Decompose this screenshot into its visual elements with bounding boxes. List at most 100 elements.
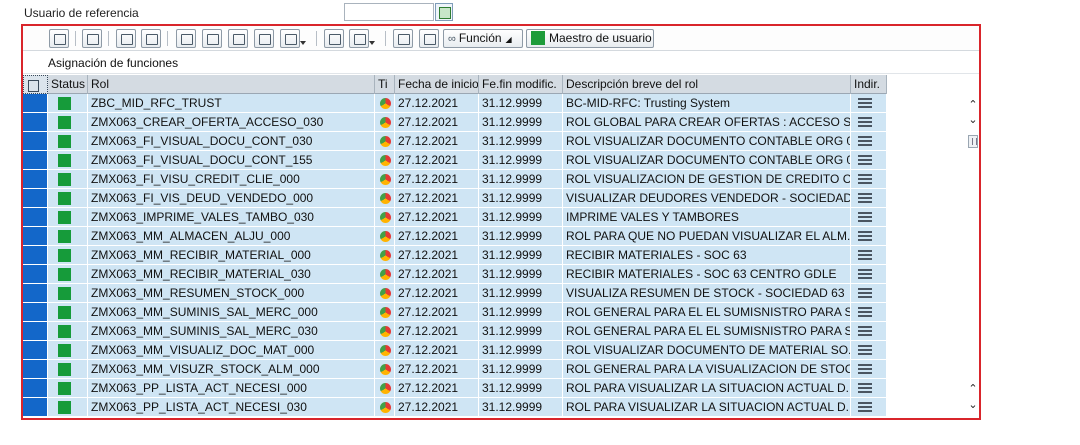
fecha-inicio-cell[interactable]: 27.12.2021 [395,189,479,208]
rol-cell[interactable]: ZMX063_FI_VISUAL_DOCU_CONT_030 [88,132,375,151]
fe-fin-cell[interactable]: 31.12.9999 [479,227,563,246]
fe-fin-cell[interactable]: 31.12.9999 [479,265,563,284]
vertical-scrollbar[interactable]: ⌃ ⌄ ⌃ ⌄ [966,99,980,419]
row-selector[interactable] [23,151,48,170]
indirect-cell[interactable] [851,246,887,265]
rol-cell[interactable]: ZMX063_MM_VISUALIZ_DOC_MAT_000 [88,341,375,360]
row-selector[interactable] [23,94,48,113]
indirect-cell[interactable] [851,151,887,170]
table-row[interactable]: ZMX063_PP_LISTA_ACT_NECESI_000 27.12.2021… [23,379,887,398]
scroll-down-icon[interactable]: ⌄ [966,399,980,411]
fecha-inicio-cell[interactable]: 27.12.2021 [395,94,479,113]
descripcion-cell[interactable]: ROL VISUALIZAR DOCUMENTO CONTABLE ORG 0.… [563,151,851,170]
table-row[interactable]: ZMX063_FI_VISU_CREDIT_CLIE_000 27.12.2021… [23,170,887,189]
row-selector[interactable] [23,360,48,379]
row-selector[interactable] [23,227,48,246]
descripcion-cell[interactable]: ROL PARA VISUALIZAR LA SITUACION ACTUAL … [563,379,851,398]
scroll-up-icon[interactable]: ⌃ [966,99,980,111]
fe-fin-cell[interactable]: 31.12.9999 [479,208,563,227]
descripcion-cell[interactable]: ROL VISUALIZACION DE GESTION DE CREDITO … [563,170,851,189]
rol-cell[interactable]: ZMX063_PP_LISTA_ACT_NECESI_030 [88,398,375,417]
table-row[interactable]: ZMX063_FI_VISUAL_DOCU_CONT_155 27.12.2021… [23,151,887,170]
details-list-icon[interactable] [858,383,872,394]
descripcion-cell[interactable]: ROL GENERAL PARA LA VISUALIZACION DE STO… [563,360,851,379]
row-selector[interactable] [23,379,48,398]
rol-cell[interactable]: ZMX063_MM_RESUMEN_STOCK_000 [88,284,375,303]
find-icon[interactable] [228,29,248,48]
details-list-icon[interactable] [858,326,872,337]
table-row[interactable]: ZMX063_MM_SUMINIS_SAL_MERC_000 27.12.2021… [23,303,887,322]
row-selector[interactable] [23,189,48,208]
details-icon[interactable] [49,29,69,48]
rol-cell[interactable]: ZMX063_MM_SUMINIS_SAL_MERC_000 [88,303,375,322]
fecha-inicio-cell[interactable]: 27.12.2021 [395,284,479,303]
table-row[interactable]: ZMX063_MM_SUMINIS_SAL_MERC_030 27.12.2021… [23,322,887,341]
indirect-cell[interactable] [851,113,887,132]
refresh-icon[interactable] [82,29,102,48]
rol-cell[interactable]: ZMX063_MM_ALMACEN_ALJU_000 [88,227,375,246]
descripcion-cell[interactable]: RECIBIR MATERIALES - SOC 63 [563,246,851,265]
fe-fin-cell[interactable]: 31.12.9999 [479,189,563,208]
copy-icon[interactable] [116,29,136,48]
details-list-icon[interactable] [858,345,872,356]
details-list-icon[interactable] [858,402,872,413]
rol-cell[interactable]: ZMX063_IMPRIME_VALES_TAMBO_030 [88,208,375,227]
fecha-inicio-cell[interactable]: 27.12.2021 [395,246,479,265]
descripcion-cell[interactable]: ROL VISUALIZAR DOCUMENTO CONTABLE ORG 0.… [563,132,851,151]
column-header-status[interactable]: Status [48,75,88,94]
rol-cell[interactable]: ZMX063_MM_RECIBIR_MATERIAL_030 [88,265,375,284]
row-selector[interactable] [23,265,48,284]
table-row[interactable]: ZMX063_FI_VISUAL_DOCU_CONT_030 27.12.2021… [23,132,887,151]
fe-fin-cell[interactable]: 31.12.9999 [479,341,563,360]
rol-cell[interactable]: ZMX063_CREAR_OFERTA_ACCESO_030 [88,113,375,132]
fecha-inicio-cell[interactable]: 27.12.2021 [395,132,479,151]
scroll-thumb[interactable] [968,135,978,148]
rol-cell[interactable]: ZMX063_MM_VISUZR_STOCK_ALM_000 [88,360,375,379]
descripcion-cell[interactable]: VISUALIZAR DEUDORES VENDEDOR - SOCIEDAD [563,189,851,208]
indirect-cell[interactable] [851,303,887,322]
descripcion-cell[interactable]: RECIBIR MATERIALES - SOC 63 CENTRO GDLE [563,265,851,284]
row-selector[interactable] [23,303,48,322]
table-row[interactable]: ZMX063_CREAR_OFERTA_ACCESO_030 27.12.2021… [23,113,887,132]
fe-fin-cell[interactable]: 31.12.9999 [479,284,563,303]
indirect-cell[interactable] [851,284,887,303]
rol-cell[interactable]: ZMX063_FI_VIS_DEUD_VENDEDO_000 [88,189,375,208]
column-header-fecha-inicio[interactable]: Fecha de inicio [395,75,479,94]
details-list-icon[interactable] [858,307,872,318]
rol-cell[interactable]: ZBC_MID_RFC_TRUST [88,94,375,113]
fecha-inicio-cell[interactable]: 27.12.2021 [395,113,479,132]
fe-fin-cell[interactable]: 31.12.9999 [479,132,563,151]
fe-fin-cell[interactable]: 31.12.9999 [479,360,563,379]
column-header-descripcion[interactable]: Descripción breve del rol [563,75,851,94]
fecha-inicio-cell[interactable]: 27.12.2021 [395,227,479,246]
descripcion-cell[interactable]: ROL PARA QUE NO PUEDAN VISUALIZAR EL ALM… [563,227,851,246]
table-row[interactable]: ZMX063_MM_VISUALIZ_DOC_MAT_000 27.12.2021… [23,341,887,360]
export-icon[interactable] [349,29,375,48]
details-list-icon[interactable] [858,212,872,223]
sort-ascending-icon[interactable] [176,29,196,48]
maestro-usuario-button[interactable]: Maestro de usuario [526,29,654,48]
row-selector[interactable] [23,398,48,417]
row-selector[interactable] [23,341,48,360]
indirect-cell[interactable] [851,398,887,417]
column-header-rol[interactable]: Rol [88,75,375,94]
indirect-cell[interactable] [851,341,887,360]
fe-fin-cell[interactable]: 31.12.9999 [479,170,563,189]
fe-fin-cell[interactable]: 31.12.9999 [479,322,563,341]
fe-fin-cell[interactable]: 31.12.9999 [479,94,563,113]
row-selector[interactable] [23,246,48,265]
details-list-icon[interactable] [858,364,872,375]
scroll-up-icon[interactable]: ⌃ [966,383,980,395]
indirect-cell[interactable] [851,322,887,341]
select-all-button[interactable] [23,75,48,94]
fe-fin-cell[interactable]: 31.12.9999 [479,151,563,170]
descripcion-cell[interactable]: ROL VISUALIZAR DOCUMENTO DE MATERIAL SO.… [563,341,851,360]
details-list-icon[interactable] [858,117,872,128]
descripcion-cell[interactable]: ROL GENERAL PARA EL EL SUMISNISTRO PARA … [563,322,851,341]
sort-descending-icon[interactable] [202,29,222,48]
details-list-icon[interactable] [858,231,872,242]
fe-fin-cell[interactable]: 31.12.9999 [479,398,563,417]
details-list-icon[interactable] [858,98,872,109]
indirect-cell[interactable] [851,360,887,379]
rol-cell[interactable]: ZMX063_PP_LISTA_ACT_NECESI_000 [88,379,375,398]
